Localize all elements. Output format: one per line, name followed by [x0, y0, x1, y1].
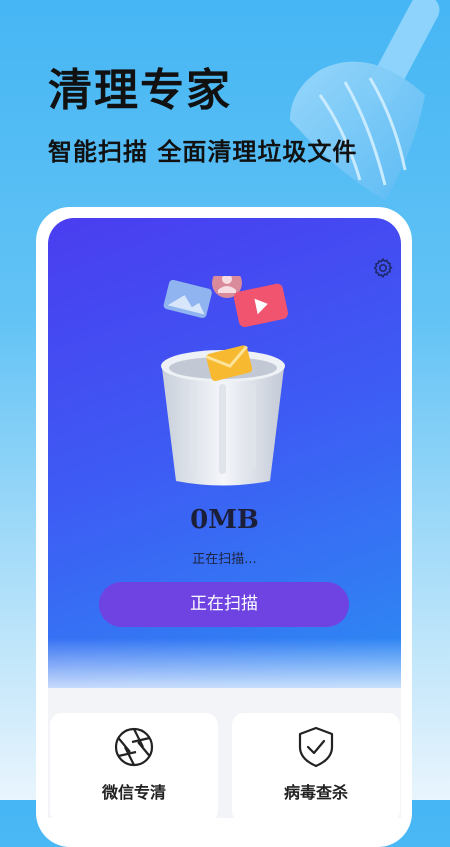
wechat-shutter-icon: [114, 727, 154, 767]
feature-label-wechat-clean: 微信专清: [101, 783, 166, 802]
feature-label-virus-scan: 病毒查杀: [283, 783, 348, 802]
feature-card-wechat-clean[interactable]: 微信专清: [50, 713, 218, 823]
feature-card-virus-scan[interactable]: 病毒查杀: [232, 713, 400, 823]
trash-bin-illustration: [161, 276, 288, 486]
photo-icon: [163, 279, 212, 318]
shield-check-icon: [298, 726, 334, 768]
gear-icon[interactable]: [371, 256, 395, 280]
page-subtitle: 智能扫描 全面清理垃圾文件: [48, 138, 358, 166]
scanned-size: 0MB: [190, 505, 259, 535]
scan-button[interactable]: 正在扫描: [99, 582, 349, 627]
page-title: 清理专家: [48, 65, 232, 116]
broom-icon: [290, 0, 440, 201]
scan-status-text: 正在扫描...: [192, 552, 257, 567]
video-icon: [233, 283, 288, 328]
